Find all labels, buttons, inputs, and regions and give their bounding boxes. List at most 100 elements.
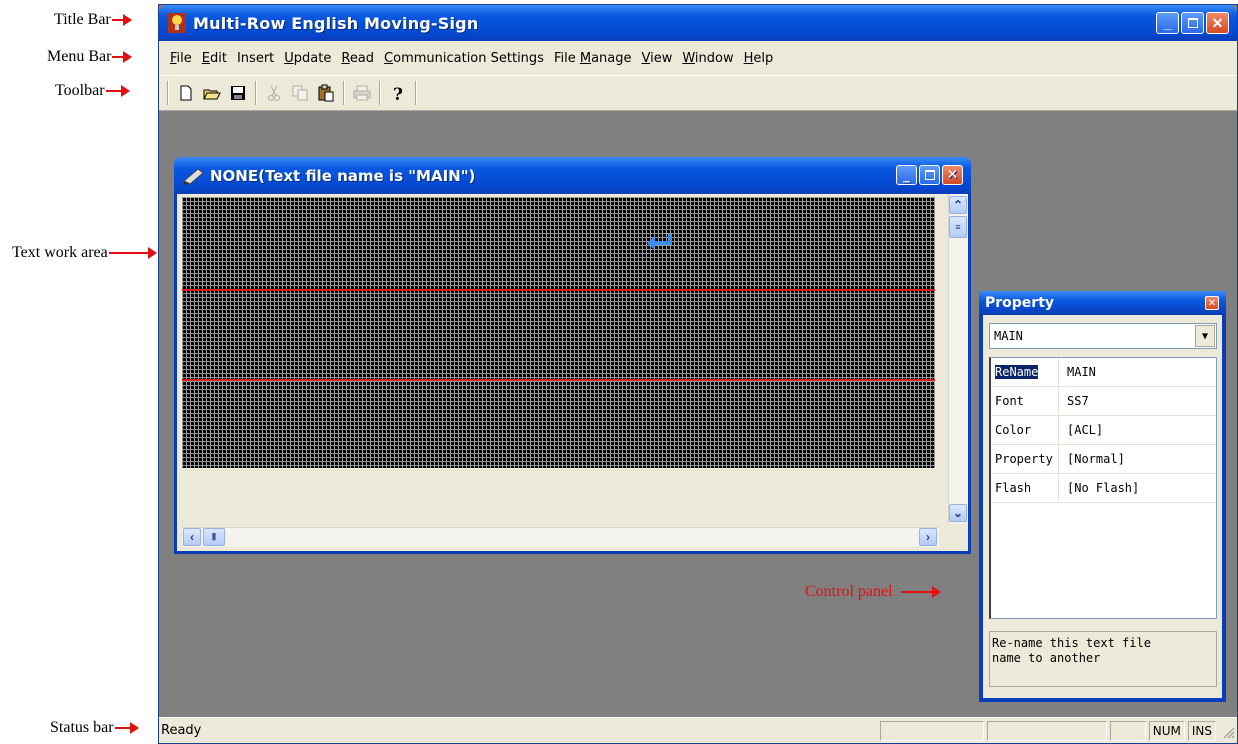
property-row-flash[interactable]: Flash [No Flash] — [991, 474, 1216, 503]
menu-edit[interactable]: Edit — [197, 51, 232, 66]
text-editor-title-bar[interactable]: NONE(Text file name is "MAIN") _ ✕ — [174, 157, 971, 194]
menu-read[interactable]: Read — [336, 51, 379, 66]
scroll-down-button[interactable]: ⌄ — [949, 504, 967, 522]
property-key-text: ReName — [995, 365, 1039, 379]
property-value[interactable]: MAIN — [1059, 365, 1096, 379]
num-lock-indicator: NUM — [1148, 720, 1185, 741]
arrow-icon — [112, 51, 133, 63]
close-icon: ✕ — [946, 167, 959, 183]
text-file-select[interactable]: MAIN ▼ — [989, 323, 1217, 349]
property-value[interactable]: [No Flash] — [1059, 481, 1139, 495]
property-key-text: Flash — [995, 481, 1032, 495]
menu-file[interactable]: File — [165, 51, 197, 66]
menu-label: ommunication Settings — [393, 50, 544, 66]
maximize-icon — [920, 166, 939, 184]
save-button[interactable] — [226, 81, 250, 105]
child-minimize-button[interactable]: _ — [896, 165, 917, 185]
toolbar-separator — [255, 81, 257, 105]
maximize-icon — [1182, 13, 1203, 33]
property-key: Property — [991, 445, 1059, 473]
menu-label: pdate — [293, 50, 332, 66]
property-panel-title-bar[interactable]: Property ✕ — [979, 291, 1226, 315]
paste-button[interactable] — [314, 81, 338, 105]
menu-file-manage[interactable]: File Manage — [549, 51, 637, 66]
open-button[interactable] — [200, 81, 224, 105]
arrow-icon — [108, 247, 157, 259]
mdi-workspace: NONE(Text file name is "MAIN") _ ✕ ⌃ ≡ ⌄… — [159, 111, 1237, 717]
close-button[interactable]: ✕ — [1206, 12, 1229, 34]
property-key: Font — [991, 387, 1059, 415]
description-line: Re-name this text file — [992, 636, 1151, 650]
minimize-button[interactable]: _ — [1156, 12, 1179, 34]
property-key: ReName — [991, 358, 1059, 386]
maximize-button[interactable] — [1181, 12, 1204, 34]
print-button[interactable] — [350, 81, 374, 105]
scroll-up-button[interactable]: ⌃ — [949, 196, 967, 214]
menu-help[interactable]: Help — [739, 51, 779, 66]
minimize-icon: _ — [1163, 15, 1172, 31]
led-text-grid[interactable] — [182, 197, 935, 468]
scroll-hthumb[interactable]: ⦀ — [203, 528, 225, 546]
copy-button[interactable] — [288, 81, 312, 105]
annotation-toolbar: Toolbar — [55, 82, 130, 100]
arrow-icon — [111, 14, 132, 26]
arrow-icon — [114, 722, 139, 734]
property-value[interactable]: [ACL] — [1059, 423, 1103, 437]
help-button[interactable]: ? — [386, 81, 410, 105]
menu-label: indow — [694, 50, 734, 66]
property-key-text: Property — [995, 452, 1053, 466]
menu-update[interactable]: Update — [279, 51, 336, 66]
property-key-text: Font — [995, 394, 1024, 408]
copy-icon — [292, 85, 308, 101]
lightbulb-icon — [167, 12, 187, 34]
menu-window[interactable]: Window — [677, 51, 738, 66]
annotation-text-work-area: Text work area — [12, 244, 157, 262]
child-maximize-button[interactable] — [919, 165, 940, 185]
menu-label: anage — [591, 50, 632, 66]
annotation-status-bar-text: Status bar — [50, 719, 114, 736]
scissors-icon — [268, 85, 280, 101]
open-folder-icon — [203, 89, 221, 100]
scroll-left-button[interactable]: ‹ — [183, 528, 201, 546]
pencil-icon — [182, 167, 206, 185]
property-key: Color — [991, 416, 1059, 444]
selected-file-value: MAIN — [994, 329, 1023, 343]
new-button[interactable] — [174, 81, 198, 105]
property-close-button[interactable]: ✕ — [1205, 296, 1219, 310]
menu-accel: U — [284, 50, 294, 66]
property-value[interactable]: SS7 — [1059, 394, 1089, 408]
cut-button[interactable] — [262, 81, 286, 105]
property-value[interactable]: [Normal] — [1059, 452, 1125, 466]
menu-label: ile — [176, 50, 192, 66]
svg-text:?: ? — [393, 85, 403, 102]
horizontal-scrollbar[interactable]: ‹ ⦀ › — [182, 527, 939, 547]
title-bar[interactable]: Multi-Row English Moving-Sign _ ✕ — [159, 5, 1237, 41]
menu-label: Insert — [236, 50, 275, 66]
paste-clipboard-icon — [318, 84, 334, 102]
property-row-font[interactable]: Font SS7 — [991, 387, 1216, 416]
menu-insert[interactable]: Insert — [232, 51, 279, 66]
menu-communication-settings[interactable]: Communication Settings — [379, 51, 549, 66]
property-row-rename[interactable]: ReName MAIN — [991, 358, 1216, 387]
property-row-color[interactable]: Color [ACL] — [991, 416, 1216, 445]
resize-grip-icon[interactable] — [1219, 723, 1235, 739]
scroll-right-button[interactable]: › — [919, 528, 937, 546]
property-row-property[interactable]: Property [Normal] — [991, 445, 1216, 474]
annotation-control-panel-text: Control panel — [805, 583, 893, 600]
close-icon: ✕ — [1207, 297, 1217, 309]
menu-view[interactable]: View — [636, 51, 677, 66]
property-grid: ReName MAIN Font SS7 Color [ACL] Propert… — [989, 357, 1217, 619]
annotation-menu-bar-text: Menu Bar — [47, 48, 112, 65]
vertical-scrollbar[interactable]: ⌃ ≡ ⌄ — [948, 194, 968, 524]
dropdown-arrow-icon[interactable]: ▼ — [1195, 325, 1215, 347]
save-disk-icon — [231, 86, 245, 100]
row-divider-line — [182, 379, 935, 381]
annotation-status-bar: Status bar — [50, 719, 139, 737]
toolbar-separator — [167, 81, 169, 105]
row-divider-line — [182, 289, 935, 291]
status-panel — [1109, 720, 1146, 741]
scroll-thumb[interactable]: ≡ — [949, 216, 967, 238]
child-close-button[interactable]: ✕ — [942, 165, 963, 185]
printer-icon — [353, 85, 371, 101]
property-key-text: Color — [995, 423, 1032, 437]
